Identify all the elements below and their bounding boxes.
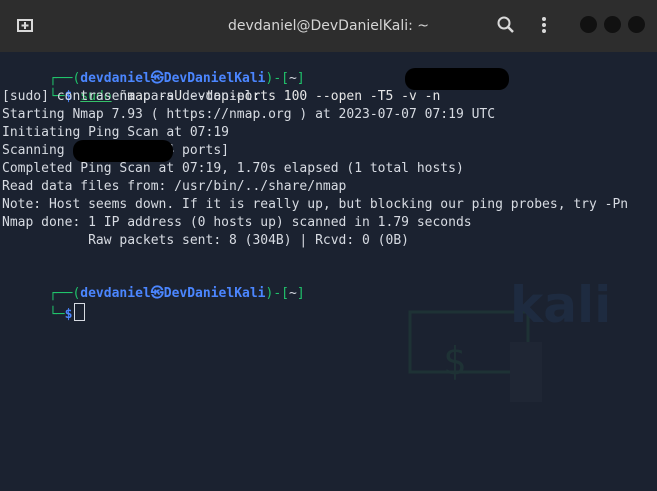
minimize-button[interactable] [580,16,597,33]
redacted-host [73,140,173,162]
svg-text:kali: kali [510,276,611,334]
window-controls [580,16,645,33]
text-cursor [74,303,86,321]
output-line: Nmap done: 1 IP address (0 hosts up) sca… [2,215,472,230]
search-icon[interactable] [495,14,517,36]
title-bar: devdaniel@DevDanielKali: ~ [0,0,657,52]
terminal-output[interactable]: $ kali ┌──(devdaniel㉿DevDanielKali)-[~] … [0,52,657,491]
input-line[interactable]: └─$ [2,285,86,322]
prompt-line-1: ┌──(devdaniel㉿DevDanielKali)-[~] [48,71,305,86]
redacted-target [405,68,509,90]
output-line: Completed Ping Scan at 07:19, 1.70s elap… [2,161,464,176]
output-line: [sudo] contraseña para devdaniel: [2,89,261,104]
svg-text:$: $ [443,339,466,383]
kali-background-logo: $ kali [408,276,611,402]
close-button[interactable] [628,16,645,33]
prompt-line-2: ┌──(devdaniel㉿DevDanielKali)-[~] [48,286,305,301]
output-line: Starting Nmap 7.93 ( https://nmap.org ) … [2,107,496,122]
terminal-window: devdaniel@DevDanielKali: ~ $ kali ┌──(de… [0,0,657,491]
menu-kebab-icon[interactable] [533,14,555,36]
command-line: └─$ sudo nmap -sU --top-ports 100 --open… [48,89,441,104]
output-line: Note: Host seems down. If it is really u… [2,197,629,212]
window-title: devdaniel@DevDanielKali: ~ [227,18,429,34]
output-line: Read data files from: /usr/bin/../share/… [2,179,347,194]
maximize-button[interactable] [604,16,621,33]
output-line: Raw packets sent: 8 (304B) | Rcvd: 0 (0B… [2,233,409,248]
